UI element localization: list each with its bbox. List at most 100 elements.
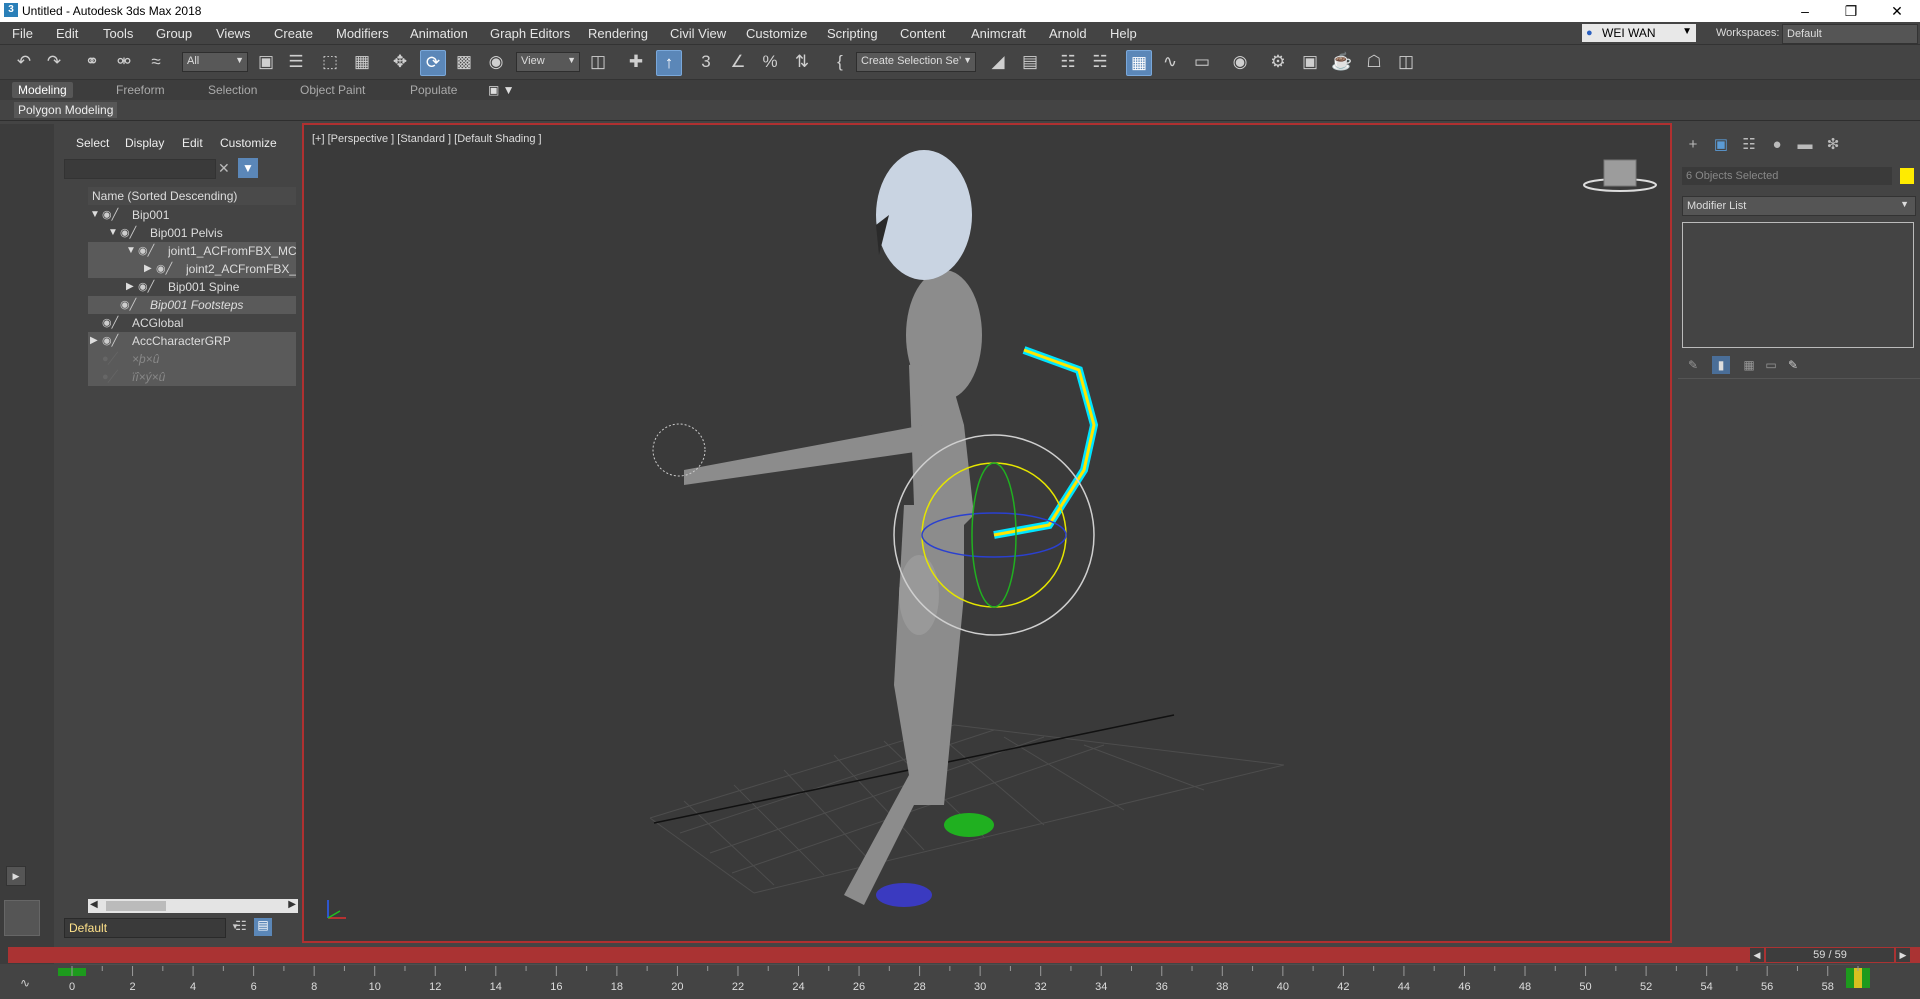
frame-indicator[interactable]: 59 / 59 bbox=[1766, 948, 1894, 962]
visibility-eye-icon[interactable]: ◉╱ bbox=[102, 206, 118, 224]
tab-freeform[interactable]: Freeform bbox=[116, 83, 165, 97]
menu-content[interactable]: Content bbox=[900, 26, 946, 41]
modify-panel-icon[interactable]: ▣ bbox=[1710, 134, 1732, 156]
expand-icon[interactable]: ▶ bbox=[144, 260, 152, 278]
menu-file[interactable]: File bbox=[12, 26, 33, 41]
show-end-result-icon[interactable]: ▮ bbox=[1712, 356, 1730, 374]
expand-icon[interactable]: ▶ bbox=[90, 332, 98, 350]
close-button[interactable]: ✕ bbox=[1874, 0, 1920, 22]
link-icon[interactable]: ⚭ bbox=[80, 50, 104, 74]
menu-create[interactable]: Create bbox=[274, 26, 313, 41]
polygon-modeling-panel[interactable]: Polygon Modeling bbox=[14, 102, 118, 118]
tree-row[interactable]: ▼ ◉╱ joint1_ACFromFBX_MC bbox=[88, 242, 296, 260]
clear-search-icon[interactable]: ✕ bbox=[218, 160, 230, 177]
toggle-layer-explorer-icon[interactable]: ☵ bbox=[1088, 50, 1112, 74]
collapse-icon[interactable]: ▼ bbox=[108, 224, 118, 242]
next-frame-button[interactable]: ▶ bbox=[1896, 948, 1910, 962]
tree-row[interactable]: ▼ ◉╱ Bip001 bbox=[88, 206, 296, 224]
collapse-icon[interactable]: ▼ bbox=[126, 242, 136, 260]
select-manipulate-icon[interactable]: ✚ bbox=[624, 50, 648, 74]
tree-row[interactable]: ●╱ ×þ×û bbox=[88, 350, 296, 368]
snaps-toggle-icon[interactable]: 3 bbox=[694, 50, 718, 74]
make-unique-icon[interactable]: ▦ bbox=[1740, 356, 1758, 374]
time-slider[interactable]: ◀ 59 / 59 ▶ bbox=[8, 947, 1920, 963]
tree-row[interactable]: ◉╱ Bip001 Footsteps bbox=[88, 296, 296, 314]
track-bar[interactable]: ∿ 0 2 4 6 8 10 12 14 16 18 20 22 24 26 28 30 32 34 36 38 40 4… bbox=[0, 964, 1920, 999]
render-cloud-icon[interactable]: ◫ bbox=[1394, 50, 1418, 74]
tree-row[interactable]: ▶ ◉╱ Bip001 Spine bbox=[88, 278, 296, 296]
align-icon[interactable]: ▤ bbox=[1018, 50, 1042, 74]
select-object-icon[interactable]: ▣ bbox=[254, 50, 278, 74]
tree-row[interactable]: ▶ ◉╱ joint2_ACFromFBX_ bbox=[88, 260, 296, 278]
pin-stack-icon[interactable]: ✎ bbox=[1684, 356, 1702, 374]
render-active-shade-icon[interactable]: ☖ bbox=[1362, 50, 1386, 74]
expand-icon[interactable]: ▶ bbox=[126, 278, 134, 296]
visibility-eye-icon[interactable]: ◉╱ bbox=[138, 242, 154, 260]
menu-civil-view[interactable]: Civil View bbox=[670, 26, 726, 41]
visibility-eye-icon[interactable]: ◉╱ bbox=[138, 278, 154, 296]
explorer-menu-display[interactable]: Display bbox=[125, 136, 164, 150]
menu-edit[interactable]: Edit bbox=[56, 26, 78, 41]
schematic-view-icon[interactable]: ▭ bbox=[1190, 50, 1214, 74]
menu-modifiers[interactable]: Modifiers bbox=[336, 26, 389, 41]
previous-frame-button[interactable]: ◀ bbox=[1750, 948, 1764, 962]
tab-populate[interactable]: Populate bbox=[410, 83, 457, 97]
utilities-panel-icon[interactable]: ❇ bbox=[1822, 134, 1844, 156]
tree-row[interactable]: ▼ ◉╱ Bip001 Pelvis bbox=[88, 224, 296, 242]
configure-modifier-sets-icon[interactable]: ✎ bbox=[1784, 356, 1802, 374]
perspective-viewport[interactable]: [+] [Perspective ] [Standard ] [Default … bbox=[302, 123, 1672, 943]
layer-select[interactable]: Default ▼ bbox=[64, 918, 239, 938]
user-account-dropdown[interactable]: ● WEI WAN ▼ bbox=[1582, 24, 1696, 42]
explorer-menu-edit[interactable]: Edit bbox=[182, 136, 203, 150]
menu-tools[interactable]: Tools bbox=[103, 26, 133, 41]
select-by-name-icon[interactable]: ☰ bbox=[284, 50, 308, 74]
explorer-menu-customize[interactable]: Customize bbox=[220, 136, 277, 150]
menu-views[interactable]: Views bbox=[216, 26, 250, 41]
visibility-eye-icon[interactable]: ●╱ bbox=[102, 368, 115, 386]
object-name-field[interactable]: 6 Objects Selected bbox=[1682, 167, 1892, 185]
mirror-icon[interactable]: ◢ bbox=[986, 50, 1010, 74]
visibility-eye-icon[interactable]: ◉╱ bbox=[102, 332, 118, 350]
rendered-frame-window-icon[interactable]: ▣ bbox=[1298, 50, 1322, 74]
create-panel-icon[interactable]: + bbox=[1682, 134, 1704, 156]
place-icon[interactable]: ◉ bbox=[484, 50, 508, 74]
workspace-select[interactable]: Default bbox=[1782, 24, 1918, 44]
redo-icon[interactable]: ↷ bbox=[42, 50, 66, 74]
modifier-list-select[interactable]: Modifier List ▼ bbox=[1682, 196, 1916, 216]
undo-icon[interactable]: ↶ bbox=[12, 50, 36, 74]
visibility-eye-icon[interactable]: ◉╱ bbox=[156, 260, 172, 278]
reference-coordinate-select[interactable]: View ▼ bbox=[516, 52, 580, 72]
menu-rendering[interactable]: Rendering bbox=[588, 26, 648, 41]
minimize-button[interactable]: – bbox=[1782, 0, 1828, 22]
filter-toggle-icon[interactable]: ▼ bbox=[238, 158, 258, 178]
collapse-icon[interactable]: ▼ bbox=[90, 206, 100, 224]
menu-customize[interactable]: Customize bbox=[746, 26, 807, 41]
curve-editor-icon[interactable]: ∿ bbox=[1158, 50, 1182, 74]
restore-button[interactable]: ❐ bbox=[1828, 0, 1874, 22]
object-color-swatch[interactable] bbox=[1900, 168, 1914, 184]
display-panel-icon[interactable]: ▬ bbox=[1794, 134, 1816, 156]
menu-animcraft[interactable]: Animcraft bbox=[971, 26, 1026, 41]
toggle-ribbon-icon[interactable]: ▦ bbox=[1126, 50, 1152, 76]
pivot-center-icon[interactable]: ◫ bbox=[586, 50, 610, 74]
menu-scripting[interactable]: Scripting bbox=[827, 26, 878, 41]
render-production-icon[interactable]: ☕ bbox=[1330, 50, 1354, 74]
bind-spacewarp-icon[interactable]: ≈ bbox=[144, 50, 168, 74]
tree-row[interactable]: ◉╱ ACGlobal bbox=[88, 314, 296, 332]
motion-panel-icon[interactable]: ● bbox=[1766, 134, 1788, 156]
layer-manager-icon[interactable]: ☷ bbox=[232, 918, 250, 936]
remove-modifier-icon[interactable]: ▭ bbox=[1762, 356, 1780, 374]
toggle-scene-explorer-icon[interactable]: ☷ bbox=[1056, 50, 1080, 74]
named-selection-set-select[interactable]: Create Selection Se’ ▼ bbox=[856, 52, 976, 72]
tab-object-paint[interactable]: Object Paint bbox=[300, 83, 365, 97]
explorer-menu-select[interactable]: Select bbox=[76, 136, 109, 150]
explorer-search-input[interactable] bbox=[64, 159, 216, 179]
ribbon-options-icon[interactable]: ▣ ▼ bbox=[488, 83, 515, 97]
keyboard-shortcut-override-icon[interactable]: ↑ bbox=[656, 50, 682, 76]
visibility-eye-icon[interactable]: ◉╱ bbox=[102, 314, 118, 332]
render-setup-icon[interactable]: ⚙ bbox=[1266, 50, 1290, 74]
explorer-horizontal-scrollbar[interactable]: ◀ ▶ bbox=[88, 899, 298, 913]
window-crossing-icon[interactable]: ▦ bbox=[350, 50, 374, 74]
spinner-snap-icon[interactable]: ⇅ bbox=[790, 50, 814, 74]
sort-explorer-icon[interactable]: ▤ bbox=[254, 918, 272, 936]
